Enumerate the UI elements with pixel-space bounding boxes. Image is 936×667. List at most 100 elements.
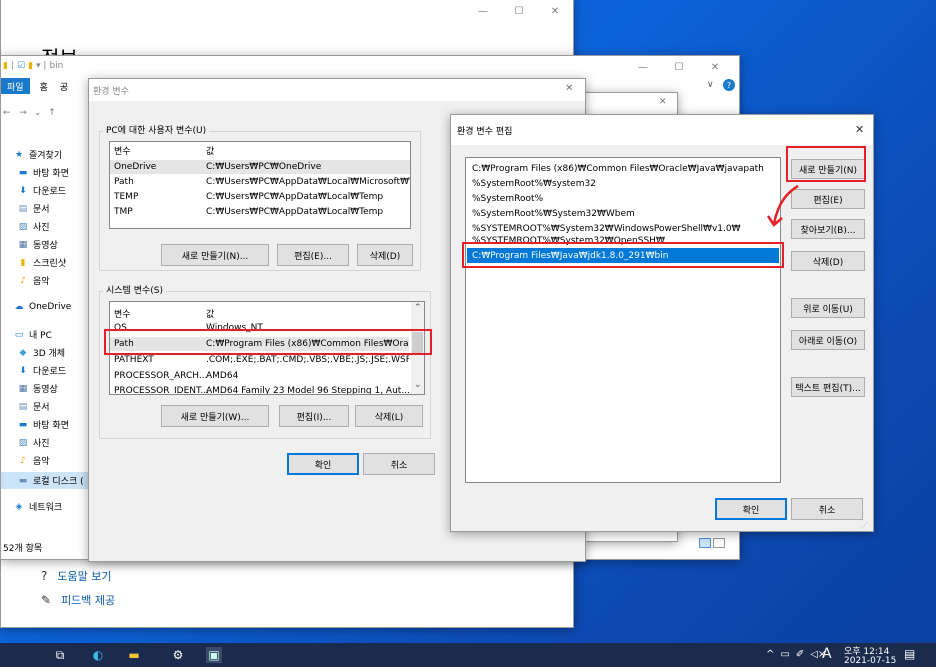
- details-view-icon[interactable]: [699, 538, 711, 548]
- nav-item[interactable]: ▦ 동영상: [1, 380, 58, 397]
- table-row[interactable]: OneDrive C:₩Users₩PC₩OneDrive: [110, 160, 410, 174]
- nav-item[interactable]: ▤ 문서: [1, 200, 50, 217]
- ribbon-expand-icon[interactable]: ∨: [707, 80, 714, 90]
- user-vars-list[interactable]: 변수 값 OneDrive C:₩Users₩PC₩OneDrive Path C:₩…: [109, 141, 411, 229]
- move-down-button[interactable]: 아래로 이동(O): [791, 330, 865, 350]
- var-value: C:₩Users₩PC₩AppData₩Local₩Microsoft₩W...: [206, 177, 410, 187]
- ribbon-tab-file[interactable]: 파일: [1, 78, 30, 94]
- path-item[interactable]: C:₩Program Files (x86)₩Common Files₩Orac…: [472, 161, 764, 176]
- ime-indicator[interactable]: A: [822, 646, 832, 662]
- nav-item-label: 사진: [33, 223, 50, 233]
- table-row[interactable]: TMP C:₩Users₩PC₩AppData₩Local₩Temp: [110, 205, 410, 219]
- ribbon-tab-share[interactable]: 공: [58, 78, 70, 94]
- path-item[interactable]: %SystemRoot%₩system32: [472, 176, 596, 191]
- nav-item[interactable]: ⬇ 다운로드: [1, 182, 66, 199]
- back-icon[interactable]: ←: [3, 108, 11, 118]
- env-ok-button[interactable]: 확인: [287, 453, 359, 475]
- ribbon-tab-home[interactable]: 홈: [30, 78, 58, 94]
- nav-item-label: 음악: [33, 457, 50, 467]
- move-up-button[interactable]: 위로 이동(U): [791, 298, 865, 318]
- nav-item[interactable]: ☁ OneDrive: [1, 298, 72, 315]
- nav-item-label: 문서: [33, 403, 50, 413]
- nav-item[interactable]: ▨ 사진: [1, 434, 50, 451]
- minimize-icon[interactable]: —: [465, 0, 501, 22]
- scroll-up-icon[interactable]: ⌃: [414, 303, 422, 313]
- feedback-icon: ✎: [41, 593, 52, 607]
- maximize-icon[interactable]: ☐: [501, 0, 537, 22]
- system-new-button[interactable]: 새로 만들기(W)...: [161, 405, 269, 427]
- nav-item[interactable]: ♪ 음악: [1, 272, 49, 289]
- nav-item[interactable]: ▮ 스크린샷: [1, 254, 67, 271]
- check-icon[interactable]: ☑: [17, 61, 25, 71]
- nav-item[interactable]: ◆ 3D 개체: [1, 344, 66, 361]
- user-new-button[interactable]: 새로 만들기(N)...: [161, 244, 269, 266]
- nav-item[interactable]: ★ 즐겨찾기: [1, 146, 62, 163]
- nav-item[interactable]: ⬇ 다운로드: [1, 362, 66, 379]
- close-icon[interactable]: ✕: [855, 123, 864, 136]
- resize-grip-icon[interactable]: ⋰: [861, 521, 868, 529]
- edge-icon[interactable]: ◐: [90, 647, 106, 663]
- folder-icon: ▮: [28, 61, 34, 71]
- table-row[interactable]: PROCESSOR_IDENT... AMD64 Family 23 Model …: [110, 384, 409, 394]
- document-icon: ▤: [18, 203, 28, 214]
- minimize-icon[interactable]: —: [625, 56, 661, 78]
- clock-date[interactable]: 2021-07-15: [844, 656, 896, 666]
- up-icon[interactable]: ↑: [48, 108, 56, 118]
- env-cancel-button[interactable]: 취소: [363, 453, 435, 475]
- path-item[interactable]: %SystemRoot%₩System32₩Wbem: [472, 206, 635, 221]
- system-edit-button[interactable]: 편집(I)...: [279, 405, 349, 427]
- pen-icon[interactable]: ✐: [796, 649, 804, 660]
- table-row[interactable]: PATHEXT .COM;.EXE;.BAT;.CMD;.VBS;.VBE;.JS…: [110, 353, 409, 367]
- scroll-down-icon[interactable]: ⌄: [414, 380, 422, 390]
- edit-ok-button[interactable]: 확인: [715, 498, 787, 520]
- nav-item[interactable]: ▬ 바탕 화면: [1, 164, 69, 181]
- forward-icon[interactable]: →: [19, 108, 27, 118]
- table-row[interactable]: Path C:₩Users₩PC₩AppData₩Local₩Microsoft₩…: [110, 175, 410, 189]
- explorer-title: bin: [49, 61, 64, 71]
- table-row[interactable]: TEMP C:₩Users₩PC₩AppData₩Local₩Temp: [110, 190, 410, 204]
- close-icon[interactable]: ✕: [537, 0, 573, 22]
- user-delete-button[interactable]: 삭제(D): [357, 244, 413, 266]
- notification-icon[interactable]: ▤: [904, 647, 915, 661]
- settings-icon[interactable]: ⚙: [170, 647, 186, 663]
- path-browse-button[interactable]: 찾아보기(B)...: [791, 219, 865, 239]
- help-icon[interactable]: ?: [723, 79, 735, 91]
- user-edit-button[interactable]: 편집(E)...: [277, 244, 349, 266]
- maximize-icon[interactable]: ☐: [661, 56, 697, 78]
- path-item[interactable]: %SystemRoot%: [472, 191, 543, 206]
- nav-item[interactable]: ◈ 네트워크: [1, 498, 63, 515]
- close-icon[interactable]: ✕: [565, 83, 573, 94]
- download-icon: ⬇: [19, 365, 27, 376]
- chevron-down-icon[interactable]: ⌄: [34, 108, 42, 118]
- close-icon[interactable]: ✕: [659, 97, 667, 107]
- path-list[interactable]: C:₩Program Files (x86)₩Common Files₩Orac…: [465, 157, 781, 483]
- nav-item[interactable]: ▤ 문서: [1, 398, 50, 415]
- star-icon: ★: [14, 149, 24, 160]
- highlight-system-path: [104, 329, 432, 355]
- nav-item[interactable]: ▭ 내 PC: [1, 326, 52, 343]
- nav-item[interactable]: ♪ 음악: [1, 452, 50, 469]
- nav-item[interactable]: ▬ 로컬 디스크 (: [1, 472, 91, 489]
- nav-item[interactable]: ▦ 동영상: [1, 236, 58, 253]
- nav-item-label: 스크린샷: [33, 259, 67, 269]
- table-row[interactable]: PROCESSOR_ARCH... AMD64: [110, 369, 409, 383]
- close-icon[interactable]: ✕: [697, 56, 733, 78]
- nav-pane: ★ 즐겨찾기 ▬ 바탕 화면 ⬇ 다운로드 ▤ 문서 ▨ 사진 ▦ 동영상 ▮ 스크린샷 ♪ 음악 ☁ OneDr…: [1, 142, 91, 552]
- system-delete-button[interactable]: 삭제(L): [355, 405, 423, 427]
- path-item[interactable]: %SYSTEMROOT%₩System32₩WindowsPowerShell₩…: [472, 221, 740, 236]
- path-edit-button[interactable]: 편집(E): [791, 189, 865, 209]
- tiles-view-icon[interactable]: [713, 538, 725, 548]
- file-explorer-icon[interactable]: ▬: [126, 647, 142, 663]
- battery-icon[interactable]: ▭: [780, 649, 789, 660]
- path-delete-button[interactable]: 삭제(D): [791, 251, 865, 271]
- edit-cancel-button[interactable]: 취소: [791, 498, 863, 520]
- task-view-icon[interactable]: ⧉: [52, 647, 68, 663]
- help-link[interactable]: ? 도움말 보기: [41, 568, 111, 584]
- nav-item[interactable]: ▬ 바탕 화면: [1, 416, 69, 433]
- nav-item[interactable]: ▨ 사진: [1, 218, 50, 235]
- env-dialog-title: 환경 변수: [93, 87, 129, 97]
- feedback-link[interactable]: ✎ 피드백 제공: [41, 592, 115, 608]
- text-edit-button[interactable]: 텍스트 편집(T)...: [791, 377, 865, 397]
- chevron-up-icon[interactable]: ^: [766, 649, 774, 660]
- system-properties-icon[interactable]: ▣: [206, 647, 222, 663]
